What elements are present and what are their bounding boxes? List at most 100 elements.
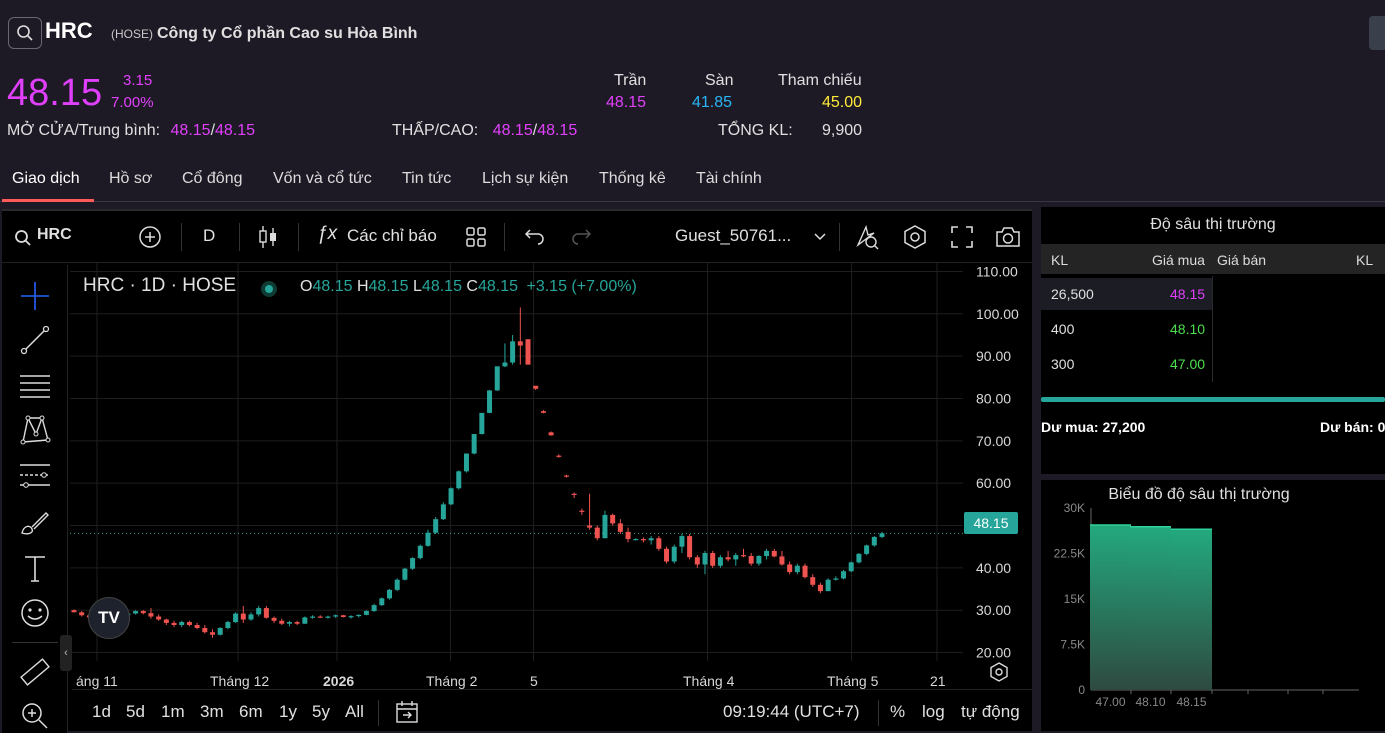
undo-icon[interactable]: [524, 226, 546, 248]
tab-news[interactable]: Tin tức: [402, 170, 451, 188]
floor-value: 41.85: [692, 94, 733, 111]
tab-profile[interactable]: Hồ sơ: [109, 170, 152, 188]
compare-add-icon[interactable]: [138, 225, 162, 249]
quick-search-icon[interactable]: [854, 223, 880, 251]
layout-grid-icon[interactable]: [465, 226, 487, 248]
tab-trading[interactable]: Giao dịch: [12, 170, 80, 188]
tradingview-logo[interactable]: TV: [88, 597, 130, 639]
range-all[interactable]: All: [345, 702, 364, 722]
log-toggle[interactable]: log: [922, 702, 945, 722]
tab-statistics[interactable]: Thống kê: [599, 170, 666, 188]
range-3m[interactable]: 3m: [200, 702, 224, 722]
candle-body: [271, 617, 277, 621]
symbol-search[interactable]: HRC: [37, 226, 72, 244]
candle-body: [740, 555, 746, 557]
candle-body: [717, 557, 723, 566]
total-sell: Dư bán: 0: [1320, 419, 1385, 435]
candle-body: [587, 525, 593, 528]
camera-icon[interactable]: [994, 225, 1022, 249]
low-high-label: THẤP/CAO:: [392, 122, 479, 139]
candle-body: [440, 504, 446, 520]
interval-button[interactable]: D: [203, 226, 215, 246]
search-button[interactable]: [8, 17, 42, 49]
candle-body: [817, 584, 823, 592]
open-label: O: [300, 278, 313, 295]
horizontal-lines-icon[interactable]: [18, 368, 52, 402]
tab-finance[interactable]: Tài chính: [696, 170, 762, 188]
candle-body: [633, 539, 639, 541]
stock-symbol: HRC: [45, 18, 93, 43]
trend-line-icon[interactable]: [18, 323, 52, 357]
range-6m[interactable]: 6m: [239, 702, 263, 722]
depth-chart[interactable]: 30K 22.5K 15K 7.5K 0 47.00 48.10 48.15: [1041, 480, 1385, 731]
candle-body: [433, 519, 439, 533]
range-1m[interactable]: 1m: [161, 702, 185, 722]
fullscreen-icon[interactable]: [950, 225, 974, 249]
high-value: 48.15: [537, 122, 578, 139]
table-row[interactable]: 300 47.00: [1041, 348, 1213, 380]
low-label: L: [413, 278, 422, 295]
depth-y-tick: 30K: [1064, 501, 1085, 515]
close-label: C: [466, 278, 478, 295]
text-icon[interactable]: [18, 551, 52, 585]
ref-label: Tham chiếu: [778, 72, 862, 89]
candle-body: [625, 531, 631, 540]
tab-shareholders[interactable]: Cổ đông: [182, 170, 243, 188]
candlestick-icon[interactable]: [257, 224, 279, 250]
depth-x-tick: 47.00: [1095, 695, 1125, 709]
candle-body: [617, 523, 623, 532]
zoom-in-icon[interactable]: [18, 699, 52, 733]
range-5d[interactable]: 5d: [126, 702, 145, 722]
brush-icon[interactable]: [18, 505, 52, 539]
prediction-icon[interactable]: [18, 458, 52, 492]
buy-sell-ratio-bar: [1041, 397, 1385, 402]
chevron-down-icon[interactable]: [814, 233, 826, 241]
candle-body: [694, 557, 700, 565]
search-icon[interactable]: [14, 229, 32, 247]
candle-body: [448, 488, 454, 505]
range-1y[interactable]: 1y: [279, 702, 297, 722]
depth-y-tick: 15K: [1064, 592, 1085, 606]
menu-button[interactable]: [1369, 16, 1385, 50]
price-chart[interactable]: 110.00100.0090.0080.0070.0060.0050.0040.…: [70, 263, 1032, 689]
candle-body: [841, 571, 847, 579]
settings-icon[interactable]: [902, 224, 928, 250]
table-row[interactable]: 26,500 48.15: [1041, 278, 1213, 310]
user-layout-menu[interactable]: Guest_50761...: [675, 226, 791, 246]
candle-body: [394, 579, 400, 590]
candle-body: [879, 533, 885, 537]
ruler-icon[interactable]: [18, 655, 52, 689]
bid-price: 47.00: [1170, 356, 1206, 372]
high-label: H: [356, 278, 369, 295]
percent-toggle[interactable]: %: [890, 702, 905, 722]
goto-date-icon[interactable]: [394, 699, 420, 725]
crosshair-icon[interactable]: [18, 279, 52, 313]
candle-body: [710, 553, 716, 566]
separator: [298, 223, 299, 251]
clock-time[interactable]: 09:19:44 (UTC+7): [723, 702, 860, 722]
auto-scale-toggle[interactable]: tự động: [961, 702, 1020, 722]
candle-body: [240, 613, 246, 620]
candle-body: [340, 615, 346, 617]
price-change: 3.15: [123, 72, 153, 89]
range-1d[interactable]: 1d: [92, 702, 111, 722]
range-5y[interactable]: 5y: [312, 702, 330, 722]
candle-body: [825, 579, 831, 592]
pattern-icon[interactable]: [18, 412, 52, 446]
time-tick-label: Tháng 2: [426, 673, 478, 689]
emoji-icon[interactable]: [18, 596, 52, 630]
axis-settings-icon[interactable]: [988, 661, 1010, 683]
tab-events[interactable]: Lịch sự kiện: [482, 170, 568, 188]
time-tick-label: 5: [530, 673, 538, 689]
redo-icon[interactable]: [570, 226, 592, 248]
depth-bar: [1090, 524, 1131, 690]
indicators-button[interactable]: Các chỉ báo: [347, 226, 437, 246]
tab-capital-dividends[interactable]: Vốn và cổ tức: [273, 170, 372, 188]
candle-body: [356, 614, 362, 617]
candle-body: [217, 627, 223, 635]
indicators-icon[interactable]: ƒx: [317, 223, 337, 245]
depth-bar: [1130, 526, 1171, 690]
table-row[interactable]: 400 48.10: [1041, 313, 1213, 345]
separator: [12, 642, 58, 643]
open-value: 48.15: [312, 278, 353, 295]
